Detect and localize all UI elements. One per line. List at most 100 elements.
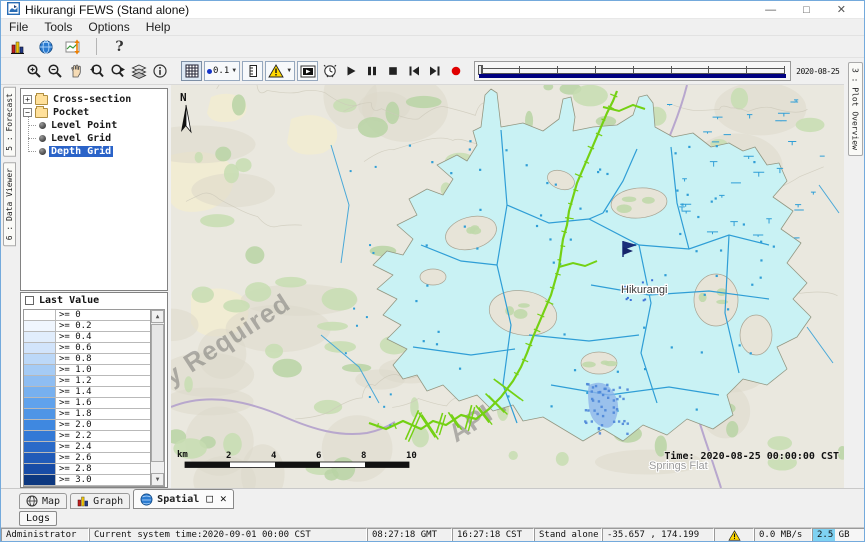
pause-button[interactable] bbox=[361, 61, 382, 81]
legend-color-swatch bbox=[24, 343, 56, 353]
legend-color-swatch bbox=[24, 409, 56, 419]
app-window: Hikurangi FEWS (Stand alone) — □ ✕ File … bbox=[0, 0, 865, 542]
explorer-bars-icon[interactable] bbox=[7, 37, 28, 57]
pan-hand-button[interactable] bbox=[65, 61, 86, 81]
ruler-button[interactable] bbox=[242, 61, 263, 81]
legend-row: >= 2.4 bbox=[24, 442, 150, 453]
tree-node-level-point[interactable]: Level Point bbox=[36, 119, 165, 132]
svg-text:N: N bbox=[180, 91, 187, 104]
tree-connector bbox=[28, 151, 36, 152]
skip-to-start-button[interactable] bbox=[403, 61, 424, 81]
tab-graph-label: Graph bbox=[93, 496, 123, 507]
tab-graph[interactable]: Graph bbox=[70, 493, 130, 509]
layers-button[interactable] bbox=[128, 61, 149, 81]
menu-options[interactable]: Options bbox=[80, 19, 137, 35]
tree-node-label: Level Point bbox=[49, 120, 119, 131]
legend-threshold-label: >= 1.8 bbox=[56, 409, 92, 419]
legend-color-swatch bbox=[24, 321, 56, 331]
skip-to-end-button[interactable] bbox=[424, 61, 445, 81]
globe-map-icon[interactable] bbox=[35, 37, 56, 57]
status-warning-cell[interactable] bbox=[714, 528, 754, 542]
folder-icon bbox=[35, 95, 48, 105]
tree-node-pocket[interactable]: − Pocket bbox=[23, 106, 165, 119]
stop-button[interactable] bbox=[382, 61, 403, 81]
logs-row: Logs bbox=[1, 509, 864, 528]
legend-row: >= 1.2 bbox=[24, 376, 150, 387]
profile-chart-icon[interactable] bbox=[63, 37, 84, 57]
tree-node-level-grid[interactable]: Level Grid bbox=[36, 132, 165, 145]
legend-scrollbar[interactable]: ▲ ▼ bbox=[150, 310, 164, 486]
scroll-down-icon[interactable]: ▼ bbox=[151, 473, 164, 486]
tree-connector bbox=[28, 125, 36, 126]
play-button[interactable] bbox=[340, 61, 361, 81]
expand-icon[interactable]: + bbox=[23, 95, 32, 104]
legend-color-swatch bbox=[24, 310, 56, 320]
last-value-checkbox[interactable] bbox=[25, 296, 34, 305]
scroll-up-icon[interactable]: ▲ bbox=[151, 310, 164, 323]
help-button[interactable]: ? bbox=[109, 37, 130, 57]
warnings-dropdown[interactable]: ▼ bbox=[265, 61, 295, 81]
legend-color-swatch bbox=[24, 398, 56, 408]
maximize-tab-icon[interactable]: □ bbox=[206, 494, 213, 504]
legend-color-swatch bbox=[24, 365, 56, 375]
window-title: Hikurangi FEWS (Stand alone) bbox=[25, 3, 189, 17]
legend-row: >= 0 bbox=[24, 310, 150, 321]
tree-node-depth-grid[interactable]: Depth Grid bbox=[36, 145, 165, 158]
chevron-down-icon: ▼ bbox=[231, 68, 237, 74]
left-dock-strip: 5 : Forecast 6 : Data Viewer bbox=[1, 85, 17, 488]
close-button[interactable]: ✕ bbox=[837, 2, 846, 18]
minimize-button[interactable]: — bbox=[765, 2, 776, 18]
tab-map[interactable]: Map bbox=[19, 493, 67, 509]
legend-row: >= 0.8 bbox=[24, 354, 150, 365]
warning-icon bbox=[268, 64, 284, 78]
data-tree: + Cross-section − Pocket Level Point Le bbox=[20, 88, 168, 291]
tab-plot-overview[interactable]: 3 : Plot Overview bbox=[848, 62, 863, 156]
legend-color-swatch bbox=[24, 420, 56, 430]
map-toolbar: 0.1 ▼ ▼ bbox=[1, 58, 844, 85]
maximize-button[interactable]: □ bbox=[803, 2, 810, 18]
tab-spatial[interactable]: Spatial □ ✕ bbox=[133, 489, 233, 509]
scale-tick-label: 6 bbox=[316, 451, 321, 461]
slider-tick bbox=[595, 66, 596, 74]
tab-data-viewer[interactable]: 6 : Data Viewer bbox=[3, 162, 16, 246]
close-tab-icon[interactable]: ✕ bbox=[220, 494, 227, 504]
legend-color-swatch bbox=[24, 453, 56, 463]
menu-help[interactable]: Help bbox=[138, 19, 179, 35]
time-slider[interactable] bbox=[474, 61, 791, 81]
legend-threshold-label: >= 0.2 bbox=[56, 321, 92, 331]
legend-threshold-label: >= 0.6 bbox=[56, 343, 92, 353]
menu-file[interactable]: File bbox=[1, 19, 36, 35]
legend-threshold-label: >= 2.8 bbox=[56, 464, 92, 474]
zoom-next-button[interactable] bbox=[107, 61, 128, 81]
logs-button[interactable]: Logs bbox=[19, 511, 57, 526]
zoom-previous-button[interactable] bbox=[86, 61, 107, 81]
menu-tools[interactable]: Tools bbox=[36, 19, 80, 35]
map-time-overlay: Time: 2020-08-25 00:00:00 CST bbox=[664, 450, 839, 462]
collapse-icon[interactable]: − bbox=[23, 108, 32, 117]
globe-icon bbox=[140, 493, 153, 506]
tab-forecast[interactable]: 5 : Forecast bbox=[3, 87, 16, 157]
status-coordinates: -35.657 , 174.199 bbox=[602, 528, 714, 542]
show-grid-button[interactable] bbox=[181, 61, 202, 81]
info-button[interactable] bbox=[149, 61, 170, 81]
grid-interval-dropdown[interactable]: 0.1 ▼ bbox=[204, 61, 240, 81]
zoom-out-button[interactable] bbox=[44, 61, 65, 81]
slider-tick bbox=[519, 66, 520, 74]
tab-map-label: Map bbox=[42, 496, 60, 507]
right-dock-strip: 3 : Plot Overview bbox=[844, 58, 865, 488]
map-view[interactable]: API Key Required API Key Required bbox=[171, 85, 844, 488]
record-button[interactable] bbox=[445, 61, 466, 81]
set-time-button[interactable] bbox=[319, 61, 340, 81]
legend-threshold-label: >= 0 bbox=[56, 310, 81, 320]
interval-dot-icon bbox=[207, 69, 212, 74]
slider-tick bbox=[481, 66, 482, 74]
animation-button[interactable] bbox=[297, 61, 318, 81]
slider-tick bbox=[633, 66, 634, 74]
status-gmt-time: 08:27:18 GMT bbox=[367, 528, 452, 542]
scrollbar-thumb[interactable] bbox=[151, 324, 164, 462]
zoom-in-button[interactable] bbox=[23, 61, 44, 81]
tree-node-cross-section[interactable]: + Cross-section bbox=[23, 93, 165, 106]
legend-threshold-label: >= 1.0 bbox=[56, 365, 92, 375]
legend-row: >= 0.6 bbox=[24, 343, 150, 354]
scale-tick-label: 4 bbox=[271, 451, 277, 461]
